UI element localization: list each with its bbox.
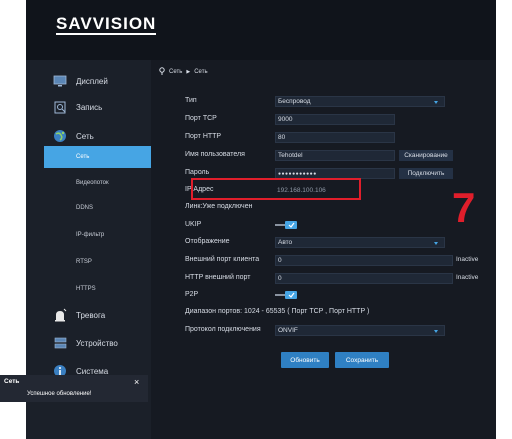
device-icon (53, 336, 67, 350)
checkmark-icon (285, 291, 297, 299)
toast-title: Сеть (4, 378, 20, 385)
display-mode-value: Авто (278, 239, 293, 246)
location-pin-icon (159, 67, 165, 77)
http-port-input[interactable]: 80 (275, 132, 395, 143)
external-client-port-input[interactable]: 0 (275, 255, 453, 266)
tcp-port-value: 9000 (278, 116, 293, 123)
scan-button[interactable]: Сканирование (399, 150, 453, 161)
breadcrumb-current: Сеть (194, 69, 208, 75)
username-value: Tehotdel (278, 152, 303, 159)
p2p-label: P2P (185, 291, 199, 298)
save-button[interactable]: Сохранить (335, 352, 389, 368)
breadcrumb-separator-icon: ▶ (186, 69, 191, 75)
tcp-port-label: Порт TCP (185, 115, 217, 122)
ukip-label: UKIP (185, 221, 202, 228)
type-label: Тип (185, 97, 197, 104)
external-http-port-value: 0 (278, 275, 282, 282)
sidebar-item-label: Тревога (76, 310, 106, 320)
sidebar-item-alarm[interactable]: Тревога (26, 300, 151, 330)
main-content: Сеть ▶ Сеть Тип Беспровод Порт TCP 9000 … (151, 60, 496, 439)
monitor-icon (53, 74, 67, 88)
display-mode-label: Отображение (185, 238, 230, 245)
breadcrumb: Сеть ▶ Сеть (159, 67, 208, 77)
ukip-toggle[interactable] (275, 221, 297, 229)
sidebar-subitem-rtsp[interactable]: RTSP (44, 251, 151, 273)
sidebar-subitem-label: DDNS (76, 205, 94, 211)
close-icon[interactable]: × (134, 377, 139, 387)
type-select[interactable]: Беспровод (275, 96, 445, 107)
http-port-value: 80 (278, 134, 286, 141)
record-search-icon (53, 100, 67, 114)
port-range-note: Диапазон портов: 1024 - 65535 ( Порт TCP… (185, 308, 370, 315)
sidebar-subitem-ddns[interactable]: DDNS (44, 197, 151, 219)
external-http-port-label: HTTP внешний порт (185, 274, 251, 281)
brand-logo: SAVVISION (56, 11, 157, 39)
protocol-value: ONVIF (278, 327, 298, 334)
sidebar-item-label: Дисплей (76, 76, 108, 86)
app-window: SAVVISION Дисплей Запись Сеть Сеть Видео… (26, 0, 496, 439)
logo-text: SAVVISION (56, 14, 157, 35)
protocol-select[interactable]: ONVIF (275, 325, 445, 336)
sidebar-subitem-label: RTSP (76, 259, 92, 265)
sidebar-subitem-label: IP-фильтр (76, 232, 105, 238)
sidebar-item-label: Устройство (76, 338, 118, 348)
tcp-port-input[interactable]: 9000 (275, 114, 395, 125)
display-mode-select[interactable]: Авто (275, 237, 445, 248)
p2p-toggle[interactable] (275, 291, 297, 299)
sidebar-subitem-videostream[interactable]: Видеопоток (44, 172, 151, 194)
password-label: Пароль (185, 169, 210, 176)
external-http-port-status: Inactive (456, 274, 479, 281)
username-input[interactable]: Tehotdel (275, 150, 395, 161)
annotation-number: 7 (452, 184, 476, 231)
sidebar-subitem-network[interactable]: Сеть (44, 146, 151, 168)
protocol-label: Протокол подключения (185, 326, 261, 333)
external-client-port-status: Inactive (456, 256, 479, 263)
sidebar-subitem-https[interactable]: HTTPS (44, 278, 151, 300)
sidebar-item-label: Запись (76, 102, 103, 112)
sidebar-subitem-label: Видеопоток (76, 180, 109, 186)
link-status-text: Линк:Уже подключен (185, 203, 253, 210)
globe-icon (53, 129, 67, 143)
toggle-track (275, 224, 285, 226)
sidebar-item-record[interactable]: Запись (26, 92, 151, 122)
toast-message: Успешное обновление! (27, 391, 92, 397)
alarm-icon (53, 308, 67, 322)
sidebar-subitem-label: Сеть (76, 154, 90, 160)
type-select-value: Беспровод (278, 98, 311, 105)
sidebar-subitem-label: HTTPS (76, 286, 96, 292)
toggle-track (275, 294, 285, 296)
checkmark-icon (285, 221, 297, 229)
sidebar-item-label: Сеть (76, 131, 94, 141)
breadcrumb-root[interactable]: Сеть (169, 69, 182, 75)
sidebar-item-device[interactable]: Устройство (26, 328, 151, 358)
toast-notification: Сеть × Успешное обновление! (0, 375, 148, 402)
http-port-label: Порт HTTP (185, 133, 222, 140)
username-label: Имя пользователя (185, 151, 245, 158)
external-client-port-value: 0 (278, 257, 282, 264)
external-http-port-input[interactable]: 0 (275, 273, 453, 284)
connect-button[interactable]: Подключить (399, 168, 453, 179)
refresh-button[interactable]: Обновить (281, 352, 329, 368)
top-bar: SAVVISION (26, 0, 496, 60)
external-client-port-label: Внешний порт клиента (185, 256, 260, 263)
ip-address-highlight-box (191, 178, 361, 200)
password-value: ●●●●●●●●●●● (278, 170, 317, 177)
sidebar-subitem-ip-filter[interactable]: IP-фильтр (44, 224, 151, 246)
